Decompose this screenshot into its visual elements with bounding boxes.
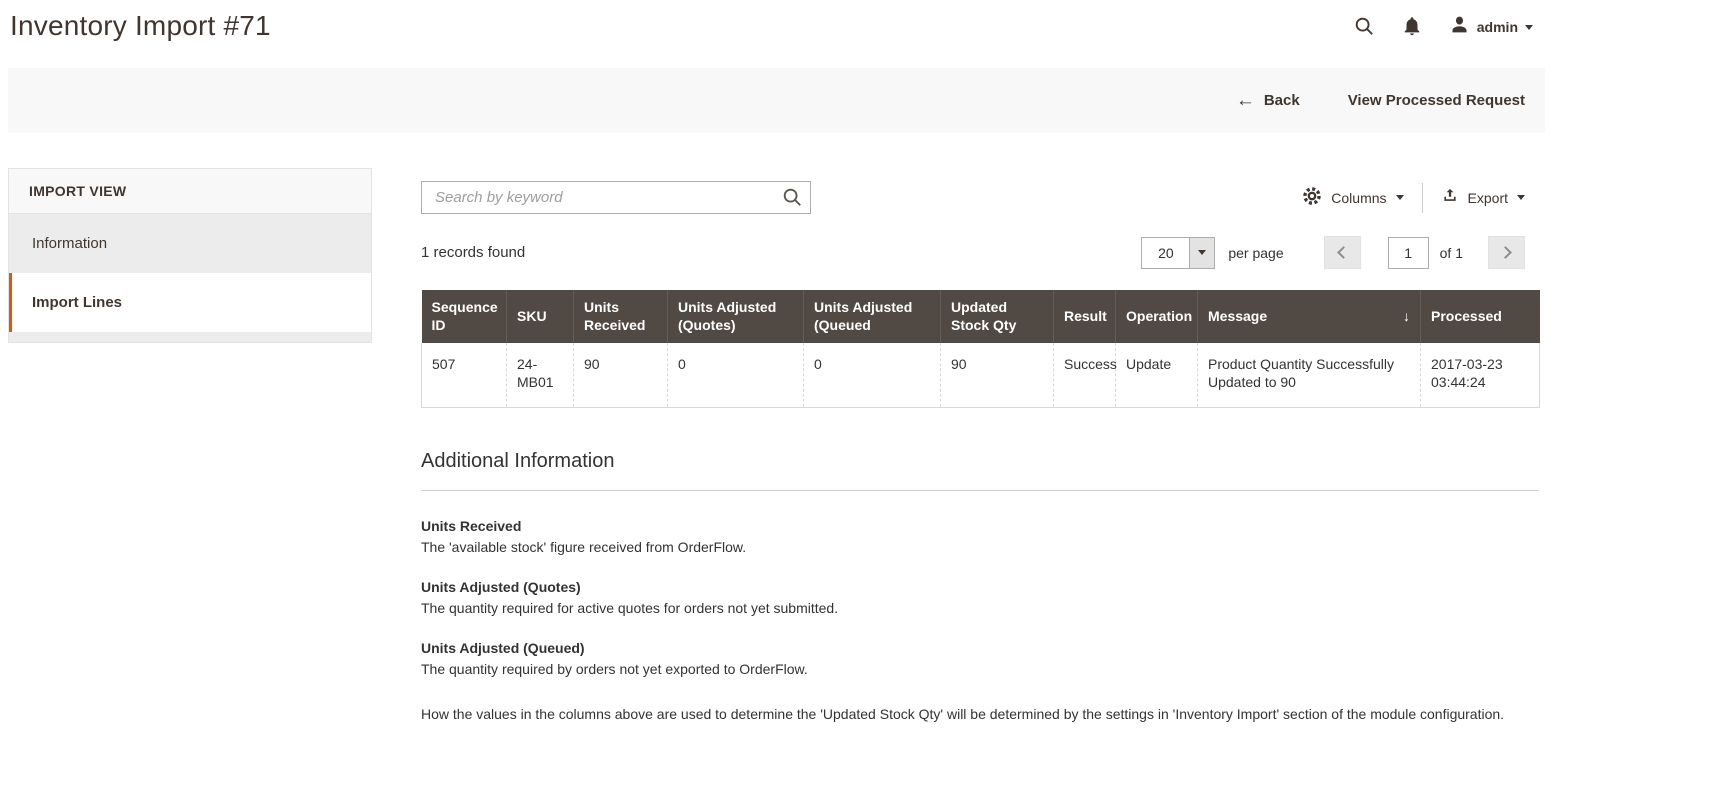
column-header-result[interactable]: Result — [1053, 290, 1116, 343]
columns-control[interactable]: Columns — [1302, 186, 1404, 209]
gear-icon — [1302, 186, 1322, 209]
column-header-message-label: Message — [1208, 307, 1268, 324]
global-search-button[interactable] — [1353, 15, 1375, 40]
chevron-left-icon — [1337, 246, 1351, 259]
column-header-updated-stock-qty[interactable]: Updated Stock Qty — [940, 290, 1054, 343]
column-header-message[interactable]: Message ↓ — [1197, 290, 1421, 343]
notifications-button[interactable] — [1401, 15, 1423, 40]
sidebar-title: IMPORT VIEW — [8, 168, 372, 214]
column-header-units-received[interactable]: Units Received — [573, 290, 668, 343]
chevron-right-icon — [1498, 246, 1512, 259]
keyword-search-input[interactable] — [421, 181, 811, 214]
cell-sku: 24-MB01 — [506, 343, 574, 408]
main-content: Columns Export — [421, 168, 1540, 723]
view-processed-request-button[interactable]: View Processed Request — [1348, 92, 1525, 109]
content-layout: IMPORT VIEW Information Import Lines Sea… — [8, 168, 1545, 723]
header-controls: admin — [1353, 10, 1535, 40]
additional-information-entries: Units Received The 'available stock' fig… — [421, 518, 1539, 679]
info-term: Units Adjusted (Quotes) — [421, 579, 581, 596]
keyword-search-box — [421, 181, 811, 214]
column-header-operation[interactable]: Operation — [1115, 290, 1198, 343]
pagination: 20 per page of 1 — [1141, 236, 1525, 269]
cell-result: Success — [1053, 343, 1117, 408]
cell-units-adjusted-quotes: 0 — [667, 343, 804, 408]
per-page-label: per page — [1228, 244, 1284, 261]
sidebar-item-information[interactable]: Information — [9, 214, 371, 273]
sidebar-item-import-lines[interactable]: Import Lines — [9, 273, 371, 332]
per-page-dropdown-arrow[interactable] — [1189, 237, 1215, 268]
chevron-down-icon — [1395, 195, 1404, 200]
chevron-down-icon — [1525, 24, 1533, 30]
info-term: Units Received — [421, 518, 522, 534]
column-header-units-adjusted-quotes[interactable]: Units Adjusted (Quotes) — [667, 290, 804, 343]
search-icon — [781, 188, 803, 211]
next-page-button[interactable] — [1488, 236, 1525, 269]
back-arrow-icon: ← — [1235, 90, 1255, 111]
import-lines-table: Sequence ID SKU Units Received Units Adj… — [421, 290, 1540, 408]
records-found: 1 records found — [421, 244, 526, 261]
columns-label: Columns — [1331, 189, 1387, 206]
additional-information-title: Additional Information — [421, 450, 1539, 491]
admin-username: admin — [1476, 19, 1518, 35]
page-title: Inventory Import #71 — [10, 10, 271, 41]
info-description: The quantity required by orders not yet … — [421, 661, 808, 678]
export-label: Export — [1467, 189, 1508, 206]
table-header-row: Sequence ID SKU Units Received Units Adj… — [421, 290, 1540, 343]
sidebar-item-label: Information — [32, 235, 108, 252]
grid-status-row: 1 records found 20 per page of 1 — [421, 236, 1539, 269]
sidebar-items: Information Import Lines — [8, 214, 372, 343]
info-entry-units-adjusted-queued: Units Adjusted (Queued) The quantity req… — [421, 640, 1539, 678]
back-button[interactable]: ← Back — [1236, 91, 1300, 110]
info-footnote: How the values in the columns above are … — [421, 705, 1505, 722]
sort-descending-icon: ↓ — [1403, 307, 1410, 324]
column-header-sequence-id[interactable]: Sequence ID — [421, 290, 507, 343]
cell-processed: 2017-03-23 03:44:24 — [1420, 343, 1540, 408]
search-icon — [1353, 15, 1375, 40]
info-entry-units-adjusted-quotes: Units Adjusted (Quotes) The quantity req… — [421, 579, 1539, 617]
divider — [1421, 182, 1423, 213]
cell-sequence-id: 507 — [421, 343, 507, 408]
grid-toolbar: Columns Export — [421, 181, 1539, 214]
page-header: Inventory Import #71 admin — [0, 0, 1545, 68]
previous-page-button[interactable] — [1323, 236, 1361, 269]
per-page-value: 20 — [1158, 244, 1174, 261]
export-control[interactable]: Export — [1441, 187, 1525, 208]
sidebar: IMPORT VIEW Information Import Lines — [8, 168, 372, 343]
bell-icon — [1401, 15, 1423, 40]
column-header-units-adjusted-queued[interactable]: Units Adjusted (Queued — [803, 290, 941, 343]
column-header-processed[interactable]: Processed — [1420, 290, 1540, 343]
additional-information-section: Additional Information Units Received Th… — [421, 450, 1539, 723]
cell-message: Product Quantity Successfully Updated to… — [1197, 343, 1421, 408]
page: Inventory Import #71 admin ← Back View P… — [0, 0, 1545, 723]
per-page-select[interactable]: 20 — [1141, 236, 1216, 269]
chevron-down-icon — [1198, 250, 1207, 255]
view-processed-request-label: View Processed Request — [1347, 92, 1525, 109]
sidebar-item-label: Import Lines — [32, 294, 123, 311]
cell-operation: Update — [1115, 343, 1198, 408]
info-term: Units Adjusted (Queued) — [421, 640, 585, 657]
total-pages-label: of 1 — [1439, 244, 1463, 261]
table-row: 507 24-MB01 90 0 0 90 Success Update Pro… — [421, 343, 1540, 408]
user-icon — [1449, 14, 1470, 40]
export-icon — [1441, 187, 1459, 208]
page-actions-bar: ← Back View Processed Request — [8, 68, 1545, 133]
info-description: The quantity required for active quotes … — [421, 600, 839, 617]
chevron-down-icon — [1517, 195, 1525, 200]
cell-units-received: 90 — [573, 343, 668, 408]
keyword-search-submit-button[interactable] — [781, 186, 803, 211]
grid-toolbar-right: Columns Export — [1302, 182, 1525, 213]
back-button-label: Back — [1263, 92, 1300, 109]
admin-user-menu[interactable]: admin — [1449, 14, 1533, 40]
info-entry-units-received: Units Received The 'available stock' fig… — [421, 518, 1539, 556]
info-description: The 'available stock' figure received fr… — [421, 539, 747, 555]
cell-updated-stock-qty: 90 — [940, 343, 1054, 408]
column-header-sku[interactable]: SKU — [506, 290, 574, 343]
cell-units-adjusted-queued: 0 — [803, 343, 941, 408]
current-page-input[interactable] — [1387, 236, 1429, 269]
